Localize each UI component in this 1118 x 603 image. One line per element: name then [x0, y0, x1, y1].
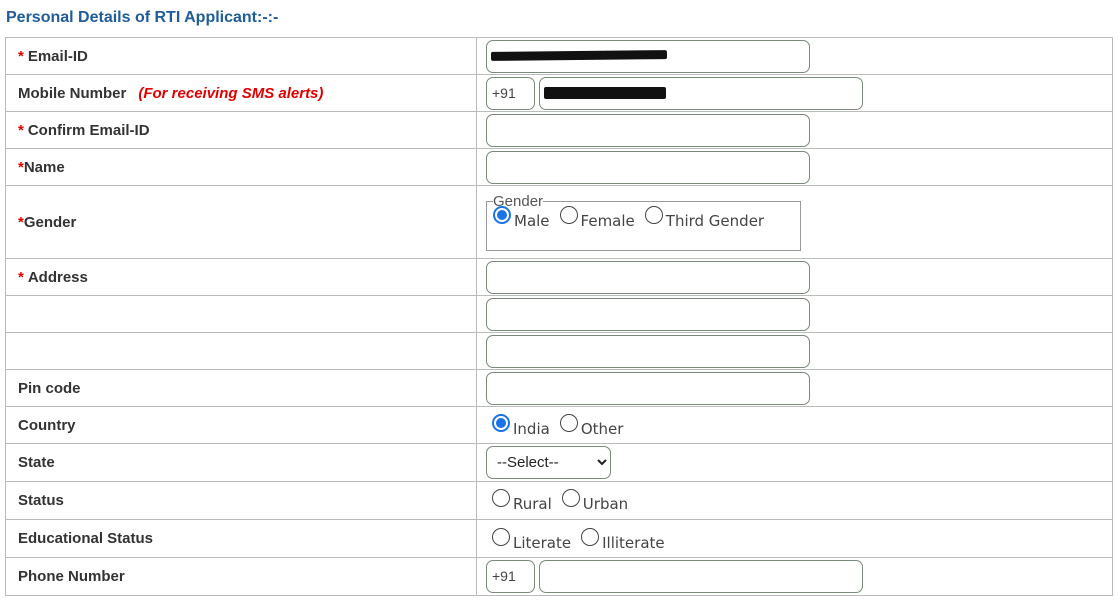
country-other-label: Other	[580, 420, 624, 438]
email-input[interactable]	[486, 39, 810, 73]
phone-number-input[interactable]	[539, 560, 863, 593]
row-phone: Phone Number +91	[5, 557, 1113, 596]
gender-label-text: Gender	[23, 213, 77, 231]
gender-female-radio[interactable]	[559, 206, 578, 224]
education-label: Educational Status	[5, 519, 477, 558]
row-address-2	[5, 295, 1113, 333]
country-india-label: India	[513, 420, 550, 438]
name-label-text: Name	[23, 158, 65, 176]
mobile-label: Mobile Number (For receiving SMS alerts)	[5, 74, 477, 112]
sms-alert-note: (For receiving SMS alerts)	[138, 84, 324, 102]
required-mark: *	[18, 47, 24, 65]
gender-third-radio[interactable]	[644, 206, 663, 224]
gender-male-radio[interactable]	[493, 206, 511, 224]
gender-male-label: Male	[514, 212, 550, 230]
gender-fieldset: Gender Male Female Third Gender	[486, 193, 801, 251]
phone-label: Phone Number	[5, 557, 477, 596]
applicant-form-table: * Email-ID Mobile Number (For receiving SM…	[5, 37, 1113, 596]
address-label-text: Address	[27, 268, 88, 286]
mobile-country-code: +91	[486, 76, 535, 110]
status-rural-radio[interactable]	[492, 489, 510, 507]
row-mobile: Mobile Number (For receiving SMS alerts) …	[5, 74, 1113, 112]
education-literate-label: Literate	[513, 533, 572, 552]
country-other-radio[interactable]	[559, 414, 578, 432]
row-confirm-email: * Confirm Email-ID	[5, 111, 1113, 149]
confirm-email-label: * Confirm Email-ID	[5, 111, 477, 149]
education-illiterate-label: Illiterate	[602, 533, 665, 552]
row-email: * Email-ID	[5, 37, 1113, 75]
required-mark: *	[18, 121, 24, 139]
row-country: Country India Other	[5, 406, 1113, 444]
row-address: * Address	[5, 258, 1113, 296]
row-state: State --Select--	[5, 443, 1113, 482]
status-urban-radio[interactable]	[561, 489, 580, 507]
gender-label: *Gender	[5, 185, 477, 259]
state-select[interactable]: --Select--	[486, 446, 611, 479]
row-name: *Name	[5, 148, 1113, 186]
pincode-label: Pin code	[5, 369, 477, 407]
redacted-value	[490, 49, 668, 61]
address-label: * Address	[5, 258, 477, 296]
address-line-2-input[interactable]	[486, 297, 810, 331]
phone-country-code: +91	[486, 560, 535, 593]
mobile-number-input[interactable]	[539, 76, 863, 110]
row-education: Educational Status Literate Illiterate	[5, 519, 1113, 558]
name-label: *Name	[5, 148, 477, 186]
gender-female-label: Female	[580, 212, 635, 230]
status-rural-label: Rural	[513, 495, 552, 513]
email-label: * Email-ID	[5, 37, 477, 75]
gender-third-label: Third Gender	[665, 212, 765, 230]
row-address-3	[5, 332, 1113, 370]
required-mark: *	[18, 268, 24, 286]
section-title: Personal Details of RTI Applicant:-:-	[6, 9, 279, 26]
email-label-text: Email-ID	[27, 47, 88, 65]
pincode-input[interactable]	[486, 371, 810, 405]
row-status: Status Rural Urban	[5, 481, 1113, 520]
address-line-3-input[interactable]	[486, 334, 810, 368]
education-literate-radio[interactable]	[492, 527, 510, 546]
mobile-label-text: Mobile Number	[18, 84, 127, 102]
status-urban-label: Urban	[582, 495, 629, 513]
address-line-1-input[interactable]	[486, 260, 810, 294]
confirm-email-label-text: Confirm Email-ID	[27, 121, 150, 139]
education-illiterate-radio[interactable]	[581, 527, 600, 546]
redacted-value	[544, 86, 666, 99]
row-pincode: Pin code	[5, 369, 1113, 407]
country-india-radio[interactable]	[492, 414, 510, 432]
row-gender: *Gender Gender Male Female Third Gender	[5, 185, 1113, 259]
name-input[interactable]	[486, 150, 810, 184]
status-label: Status	[5, 481, 477, 520]
confirm-email-input[interactable]	[486, 113, 810, 147]
state-label: State	[5, 443, 477, 482]
country-label: Country	[5, 406, 477, 444]
